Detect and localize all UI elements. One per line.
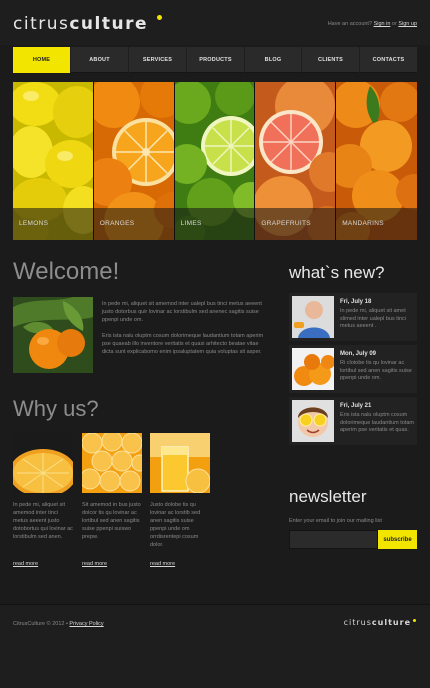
news-date-3: Fri, July 21 — [340, 403, 372, 409]
banner-label-grapefruits: GRAPEFRUITS — [261, 220, 311, 227]
nav-blog[interactable]: BLOG — [245, 47, 302, 73]
welcome-text: In pede mi, aliquet sit amemod inter ual… — [102, 300, 264, 364]
footer-logo-dot-icon — [413, 619, 416, 622]
subscribe-button[interactable]: subscribe — [378, 530, 417, 549]
banner-label-mandarins: MANDARINS — [342, 220, 384, 227]
why-image-orange-slice — [13, 433, 73, 493]
news-image-man — [292, 296, 334, 338]
privacy-policy-link[interactable]: Privacy Policy — [69, 621, 103, 627]
news-item-1[interactable]: Fri, July 18 In pede mi, aliquet sit ame… — [289, 293, 417, 341]
why-item-3: Justo dolobe tis qu lovinar ac lorstib s… — [150, 433, 210, 549]
banner-panel-oranges[interactable]: ORANGES — [93, 82, 175, 240]
nav-clients[interactable]: CLIENTS — [302, 47, 360, 73]
main-nav: HOME ABOUT SERVICES PRODUCTS BLOG CLIENT… — [13, 47, 417, 73]
footer-logo-bold: culture — [371, 618, 411, 627]
nav-home[interactable]: HOME — [13, 47, 71, 73]
news-item-2[interactable]: Mon, July 09 Ri clotobe tis qu lovinar a… — [289, 345, 417, 393]
nav-about[interactable]: ABOUT — [71, 47, 129, 73]
nav-contacts[interactable]: CONTACTS — [360, 47, 417, 73]
welcome-heading: Welcome! — [13, 258, 120, 285]
why-heading: Why us? — [13, 396, 99, 421]
footer-logo-light: citrus — [343, 618, 372, 627]
news-text-2: Ri clotobe tis qu lovinar ac lortibul se… — [340, 360, 412, 381]
newsletter-heading: newsletter — [289, 487, 367, 506]
why-text-1: In pede mi, aliquet sit amemod inter tin… — [13, 502, 73, 540]
news-image-oranges — [292, 348, 334, 390]
banner-label-oranges: ORANGES — [99, 220, 135, 227]
banner-panel-limes[interactable]: LIMES — [174, 82, 256, 240]
footer-logo[interactable]: citrusculture — [344, 618, 411, 627]
site-logo[interactable]: citrusculture — [13, 14, 148, 34]
welcome-image — [13, 297, 93, 373]
why-text-3: Justo dolobe tis qu lovinar ac lorstib s… — [150, 502, 201, 548]
or-text: or — [391, 21, 397, 27]
news-item-3[interactable]: Fri, July 21 Eris ista nalu oluptm cosum… — [289, 397, 417, 445]
logo-light-text: citrus — [13, 14, 70, 34]
banner-panel-lemons[interactable]: LEMONS — [13, 82, 94, 240]
signin-link[interactable]: Sign in — [374, 21, 391, 27]
news-image-woman — [292, 400, 334, 442]
nav-services[interactable]: SERVICES — [129, 47, 187, 73]
nav-products[interactable]: PRODUCTS — [187, 47, 245, 73]
fruit-banner: LEMONS ORANGES LIMES GRAPEFRUITS MANDARI… — [13, 82, 417, 240]
newsletter-email-input[interactable] — [289, 530, 378, 549]
banner-panel-grapefruits[interactable]: GRAPEFRUITS — [255, 82, 337, 240]
why-item-2: Sit amemod in bus justo dolcor tis qu lo… — [82, 433, 142, 541]
account-links: Have an account? Sign in or Sign up — [328, 21, 417, 27]
copyright: CitrusCulture © 2012 • Privacy Policy — [13, 621, 104, 627]
logo-bold-text: culture — [69, 14, 149, 34]
why-image-juice — [150, 433, 210, 493]
why-image-orange-slices — [82, 433, 142, 493]
news-text-3: Eris ista nalu oluptm cosum dolorimeque … — [340, 412, 414, 433]
news-date-2: Mon, July 09 — [340, 351, 377, 357]
why-text-2: Sit amemod in bus justo dolcor tis qu lo… — [82, 502, 141, 540]
welcome-paragraph-2: Eris ista nalu oluptm cosum dolorimeque … — [102, 333, 264, 355]
banner-label-limes: LIMES — [180, 220, 202, 227]
news-text-1: In pede mi, aliquet sit amet slimed inte… — [340, 308, 407, 329]
read-more-link-2[interactable]: read more — [82, 561, 107, 567]
news-heading: what`s new? — [289, 263, 385, 282]
why-item-1: In pede mi, aliquet sit amemod inter tin… — [13, 433, 73, 541]
newsletter-label: Enter your email to join our mailing lis… — [289, 518, 382, 524]
copyright-text: CitrusCulture © 2012 • — [13, 621, 68, 627]
read-more-link-3[interactable]: read more — [150, 561, 175, 567]
logo-dot-icon — [157, 15, 162, 20]
account-prompt: Have an account? — [327, 21, 373, 27]
read-more-link-1[interactable]: read more — [13, 561, 38, 567]
banner-panel-mandarins[interactable]: MANDARINS — [336, 82, 417, 240]
news-date-1: Fri, July 18 — [340, 299, 372, 305]
signup-link[interactable]: Sign up — [398, 21, 417, 27]
welcome-paragraph-1: In pede mi, aliquet sit amemod inter ual… — [102, 301, 262, 323]
banner-label-lemons: LEMONS — [19, 220, 49, 227]
